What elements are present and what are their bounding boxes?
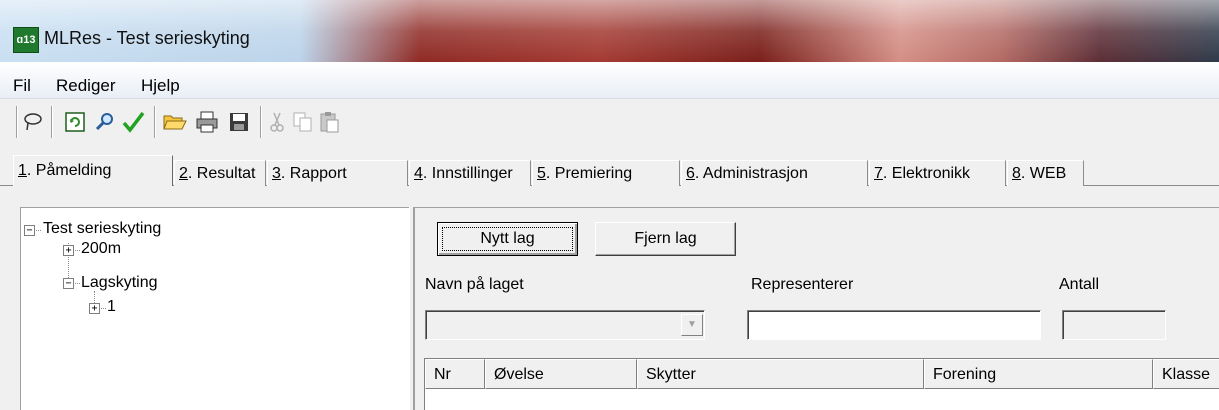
paste-icon[interactable] (316, 109, 342, 135)
check-icon[interactable] (120, 109, 146, 135)
collapse-icon[interactable]: − (24, 225, 35, 236)
save-icon[interactable] (226, 109, 252, 135)
menu-fil[interactable]: Fil (13, 76, 31, 96)
tab-administrasjon[interactable]: 6. Administrasjon (681, 160, 868, 186)
table-row[interactable] (425, 389, 1219, 410)
app-logo-icon[interactable]: ɑ13 (13, 27, 39, 53)
column-forening[interactable]: Forening (924, 359, 1153, 389)
open-folder-icon[interactable] (162, 109, 188, 135)
search-icon[interactable] (92, 109, 118, 135)
app-window: ɑ13 MLRes - Test serieskyting Fil Redige… (0, 0, 1219, 410)
window-title: MLRes - Test serieskyting (44, 28, 250, 48)
team-name-combo[interactable] (425, 310, 705, 340)
lasso-icon[interactable] (20, 109, 46, 135)
tab-web[interactable]: 8. WEB (1007, 160, 1084, 186)
menu-bar: Fil Rediger Hjelp (0, 62, 1219, 99)
count-label: Antall (1059, 276, 1100, 293)
remove-team-button[interactable]: Fjern lag (595, 222, 736, 256)
tab-rapport[interactable]: 3. Rapport (267, 160, 408, 186)
column-skytter[interactable]: Skytter (637, 359, 924, 389)
count-input[interactable] (1062, 310, 1166, 340)
tab-pamelding[interactable]: 1. Påmelding (13, 155, 173, 186)
collapse-icon[interactable]: − (63, 278, 74, 289)
tab-premiering[interactable]: 5. Premiering (532, 160, 680, 186)
menu-rediger[interactable]: Rediger (56, 76, 116, 96)
toolbar-separator (260, 106, 262, 138)
menu-hjelp[interactable]: Hjelp (141, 76, 180, 96)
expand-icon[interactable]: + (89, 303, 100, 314)
copy-icon[interactable] (290, 109, 316, 135)
team-name-label: Navn på laget (425, 276, 524, 293)
chevron-down-icon[interactable]: ▼ (681, 314, 703, 336)
grid-header: Nr Øvelse Skytter Forening Klasse (425, 359, 1219, 389)
tab-elektronikk[interactable]: 7. Elektronikk (869, 160, 1006, 186)
toolbar-separator (51, 106, 53, 138)
column-nr[interactable]: Nr (425, 359, 485, 389)
team-members-grid[interactable]: Nr Øvelse Skytter Forening Klasse (424, 358, 1219, 410)
tree-node-200m[interactable]: 200m (81, 240, 121, 258)
toolbar-separator (154, 106, 156, 138)
cut-icon[interactable] (264, 109, 290, 135)
new-team-button[interactable]: Nytt lag (437, 222, 578, 256)
print-icon[interactable] (194, 109, 220, 135)
refresh-icon[interactable] (62, 109, 88, 135)
tree-node-root[interactable]: Test serieskyting (43, 220, 161, 238)
title-bar[interactable]: ɑ13 MLRes - Test serieskyting (0, 0, 1219, 62)
represents-label: Representerer (751, 276, 854, 293)
tree-node-team-1[interactable]: 1 (107, 298, 116, 316)
toolbar-separator (16, 106, 18, 138)
column-ovelse[interactable]: Øvelse (485, 359, 637, 389)
represents-input[interactable] (747, 310, 1041, 340)
tab-resultat[interactable]: 2. Resultat (174, 160, 266, 186)
column-klasse[interactable]: Klasse (1153, 359, 1219, 389)
event-tree[interactable]: − Test serieskyting + 200m − Lagskyting … (20, 207, 410, 410)
tree-node-lagskyting[interactable]: Lagskyting (81, 274, 158, 292)
tab-innstillinger[interactable]: 4. Innstillinger (409, 160, 531, 186)
expand-icon[interactable]: + (63, 245, 74, 256)
